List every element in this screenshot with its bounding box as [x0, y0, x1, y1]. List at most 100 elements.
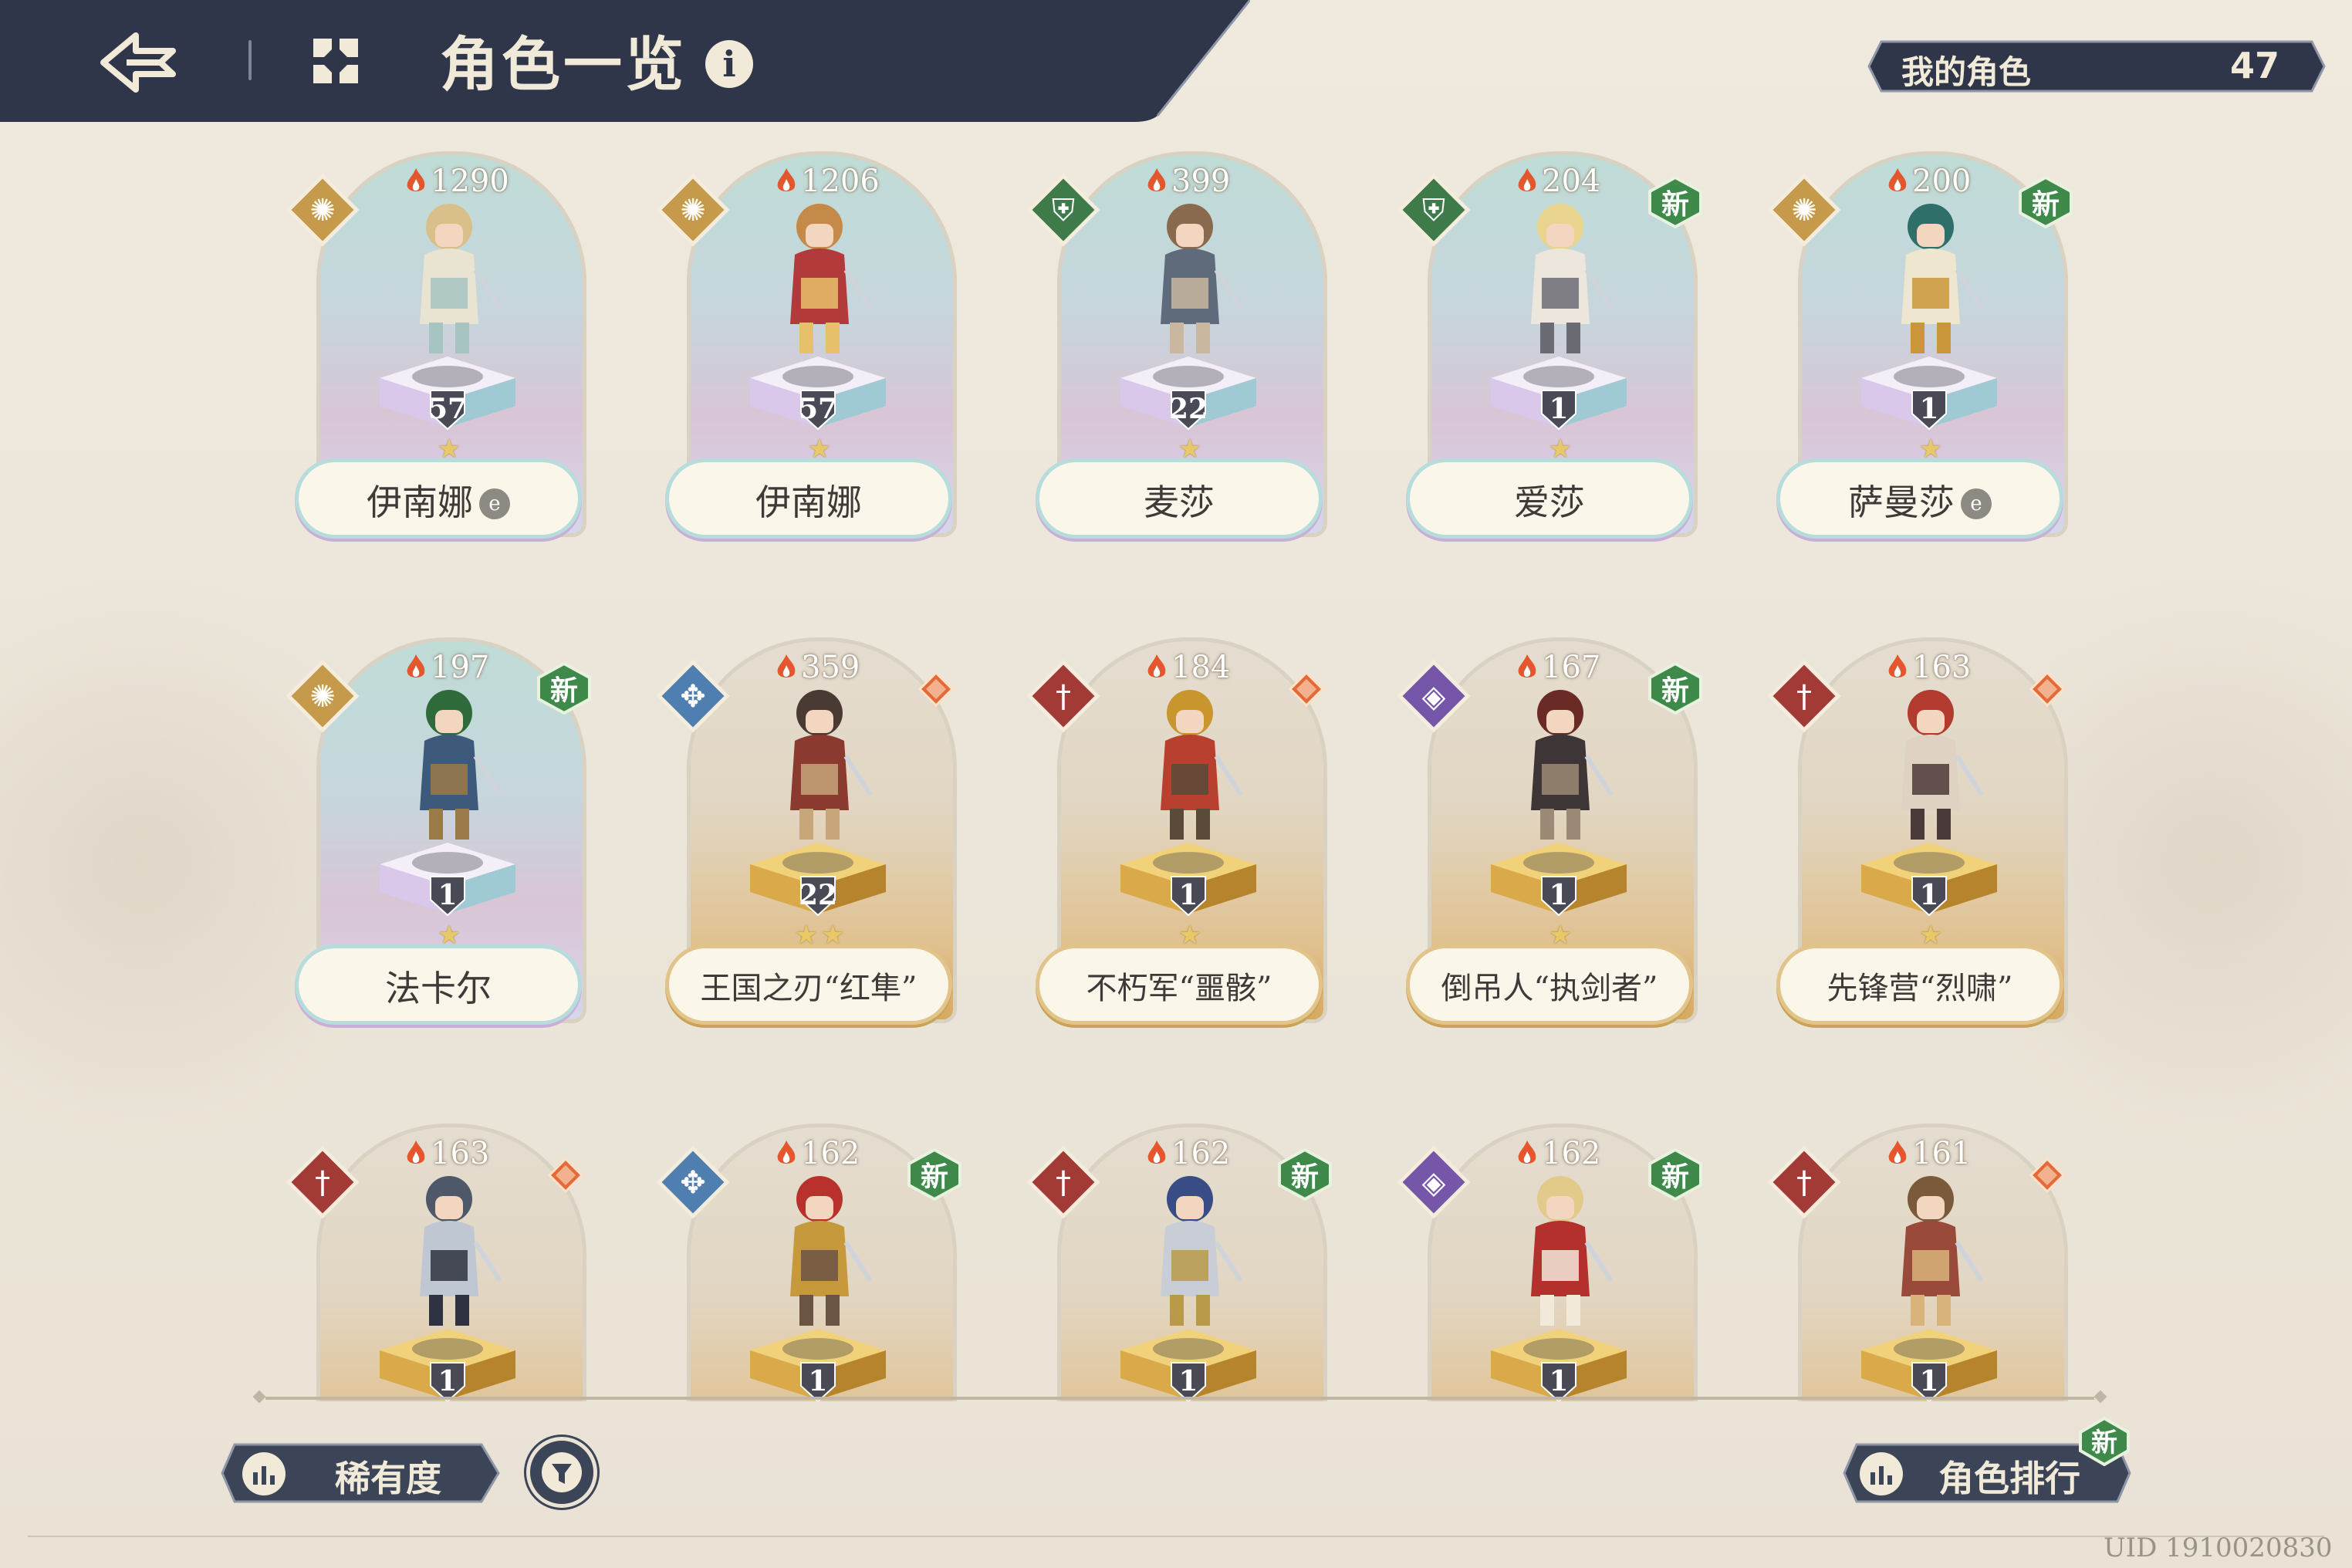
character-card[interactable]: 1 163 † ★ 先锋营“烈啸” — [1767, 625, 2094, 1057]
awaken-mark-icon: e — [479, 488, 510, 519]
character-name-text: 倒吊人“执剑者” — [1441, 971, 1658, 1006]
new-badge-text: 新 — [1290, 1161, 1319, 1193]
svg-text:†: † — [1796, 1165, 1812, 1201]
character-name-text: 萨曼莎 — [1848, 482, 1955, 523]
character-card[interactable]: 1 204 ⛨ 新 ★ 爱莎 — [1397, 139, 1724, 571]
character-sprite — [420, 1176, 502, 1326]
power-value: 167 — [1516, 650, 1624, 685]
power-value: 399 — [1145, 164, 1253, 199]
character-level: 1 — [438, 879, 458, 911]
power-number: 162 — [1542, 1136, 1601, 1171]
back-button[interactable] — [96, 28, 181, 97]
character-card[interactable]: 57 1290 ✺ ★ 伊南娜 e — [286, 139, 613, 571]
element-icon: ✺ — [1767, 173, 1841, 247]
back-arrow-icon — [100, 32, 176, 93]
flame-icon — [407, 168, 425, 191]
flame-icon — [1147, 168, 1166, 191]
element-icon: † — [1767, 659, 1841, 733]
character-card[interactable]: 1 200 ✺ 新 ★ 萨曼莎 e — [1767, 139, 2094, 571]
filter-button[interactable] — [526, 1437, 597, 1508]
svg-text:✥: ✥ — [680, 679, 706, 715]
new-badge: 新 — [1276, 1147, 1333, 1201]
my-characters-count: 47 — [2229, 45, 2279, 86]
character-name: 爱莎 — [1406, 458, 1693, 539]
character-name-text: 爱莎 — [1514, 482, 1585, 523]
character-sprite — [1901, 1176, 1984, 1326]
new-badge: 新 — [1647, 661, 1704, 715]
character-level: 1 — [438, 1365, 458, 1397]
character-level: 1 — [1549, 879, 1569, 911]
svg-text:✥: ✥ — [680, 1165, 706, 1201]
character-name: 倒吊人“执剑者” — [1406, 945, 1693, 1025]
new-badge-text: 新 — [2031, 189, 2060, 221]
rarity-gem-icon — [918, 671, 954, 707]
character-card[interactable]: 1 162 ◈ 新 — [1397, 1111, 1724, 1401]
element-icon: ◈ — [1397, 1145, 1471, 1219]
new-badge-text: 新 — [1661, 675, 1689, 707]
character-level: 1 — [1919, 1365, 1939, 1397]
sort-rarity-button[interactable]: 稀有度 — [219, 1441, 506, 1505]
info-icon[interactable]: i — [705, 40, 753, 88]
character-card[interactable]: 1 163 † — [286, 1111, 613, 1401]
new-badge: 新 — [1647, 1147, 1704, 1201]
rarity-gem-icon — [1289, 671, 1324, 707]
character-card[interactable]: 1 162 † 新 — [1026, 1111, 1353, 1401]
character-card[interactable]: 1 162 ✥ 新 — [656, 1111, 983, 1401]
character-card[interactable]: 1 184 † ★ 不朽军“噩骸” — [1026, 625, 1353, 1057]
power-number: 399 — [1171, 164, 1231, 199]
character-sprite — [1161, 690, 1243, 840]
element-icon: ✥ — [656, 659, 730, 733]
power-value: 184 — [1145, 650, 1253, 685]
character-sprite — [1161, 1176, 1243, 1326]
filter-icon — [542, 1452, 582, 1492]
header-bar: 角色一览 i — [0, 0, 1250, 123]
power-number: 200 — [1912, 164, 1972, 199]
svg-text:†: † — [315, 1165, 330, 1201]
element-icon: † — [1026, 659, 1100, 733]
character-card[interactable]: 22 399 ⛨ ★ 麦莎 — [1026, 139, 1353, 571]
grid-menu-icon[interactable] — [310, 35, 361, 86]
character-name: 不朽军“噩骸” — [1036, 945, 1323, 1025]
header-divider — [248, 40, 252, 80]
power-value: 1206 — [775, 164, 883, 199]
character-sprite — [1901, 690, 1984, 840]
flame-icon — [1888, 654, 1907, 678]
awaken-mark-icon: e — [1961, 488, 1992, 519]
character-level: 1 — [1919, 393, 1939, 425]
flame-icon — [407, 1141, 425, 1164]
power-number: 359 — [801, 650, 860, 685]
character-name-text: 伊南娜 — [367, 482, 473, 523]
character-level: 57 — [798, 393, 838, 425]
character-sprite — [1531, 204, 1614, 353]
character-card[interactable]: 1 167 ◈ 新 ★ 倒吊人“执剑者” — [1397, 625, 1724, 1057]
new-badge: 新 — [536, 661, 593, 715]
svg-text:✺: ✺ — [309, 193, 336, 228]
character-card[interactable]: 1 161 † — [1767, 1111, 2094, 1401]
power-value: 162 — [775, 1136, 883, 1171]
power-number: 163 — [1912, 650, 1972, 685]
svg-text:†: † — [1056, 1165, 1071, 1201]
character-name: 麦莎 — [1036, 458, 1323, 539]
character-card[interactable]: 1 197 ✺ 新 ★ 法卡尔 — [286, 625, 613, 1057]
svg-text:✺: ✺ — [309, 679, 336, 715]
character-card[interactable]: 22 359 ✥ ★★ 王国之刃“红隼” — [656, 625, 983, 1057]
flame-icon — [1518, 654, 1536, 678]
character-name-text: 法卡尔 — [385, 968, 492, 1009]
character-card[interactable]: 57 1206 ✺ ★ 伊南娜 — [656, 139, 983, 571]
svg-text:✺: ✺ — [1791, 193, 1817, 228]
character-sprite — [1531, 690, 1614, 840]
new-badge: 新 — [1647, 175, 1704, 229]
power-value: 162 — [1145, 1136, 1253, 1171]
character-ranking-label: 角色排行 — [1938, 1458, 2080, 1499]
character-grid: 57 1290 ✺ ★ 伊南娜 e 57 1206 ✺ ★ 伊南娜 22 399 ⛨ ★ 麦莎 1 204 ⛨ 新 ★ 爱… — [0, 139, 2352, 1401]
new-badge-text: 新 — [1661, 189, 1689, 221]
character-sprite — [1901, 204, 1984, 353]
rarity-gem-icon — [2029, 671, 2065, 707]
character-name: 王国之刃“红隼” — [665, 945, 952, 1025]
power-number: 161 — [1912, 1136, 1972, 1171]
character-name: 法卡尔 — [295, 945, 582, 1025]
power-value: 163 — [1886, 650, 1994, 685]
character-name: 萨曼莎 e — [1776, 458, 2063, 539]
flame-icon — [1518, 1141, 1536, 1164]
character-name-text: 伊南娜 — [755, 482, 862, 523]
